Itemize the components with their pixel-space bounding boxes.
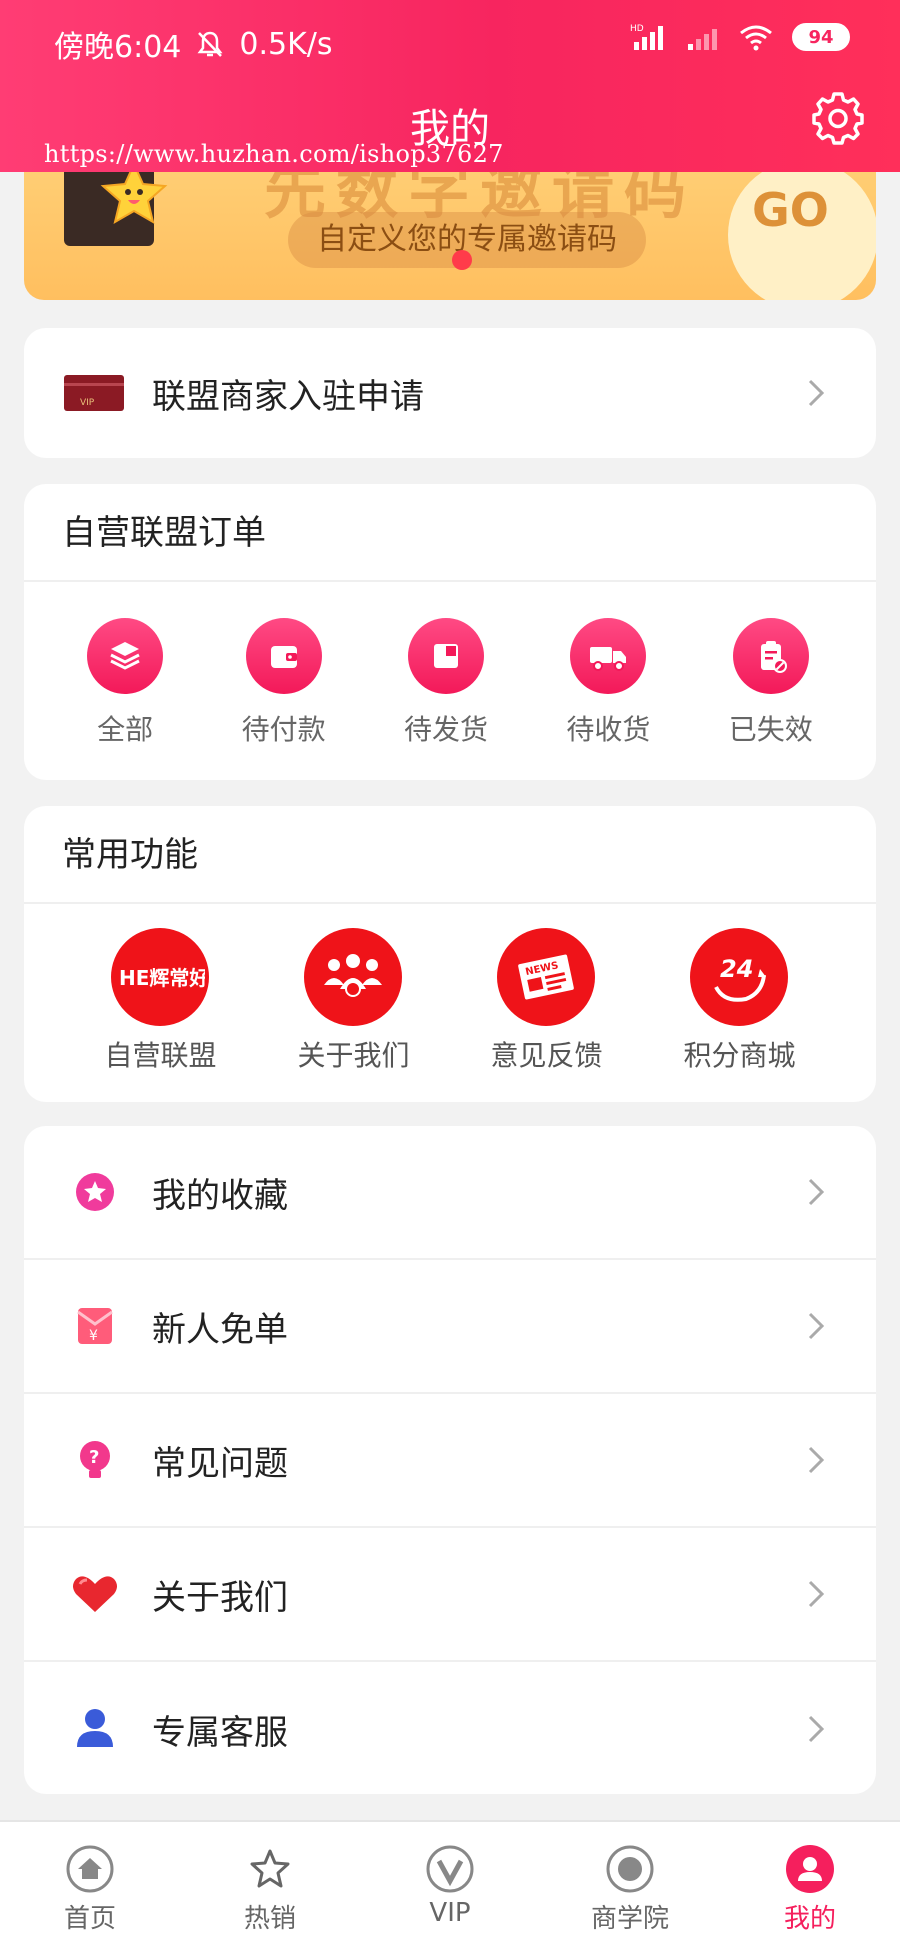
- red-envelope-icon: ¥: [77, 1308, 113, 1344]
- profile-screen: 先数字邀请码 自定义您的专属邀请码 GO 傍晚6:04 0.5K/s HD 94…: [0, 0, 900, 1950]
- order-filter-pending-payment[interactable]: 待付款: [242, 618, 326, 748]
- wifi-icon: [740, 25, 772, 51]
- network-tag: HD: [630, 24, 644, 34]
- bottom-navigation: 首页 热销 VIP 商学院 我的: [0, 1820, 900, 1950]
- nav-label: 首页: [63, 1904, 116, 1934]
- alliance-logo-text: HE辉常好: [119, 966, 205, 990]
- home-icon: [66, 1845, 114, 1893]
- function-about-us[interactable]: 关于我们: [297, 928, 410, 1074]
- chevron-right-icon: [808, 1580, 825, 1608]
- user-service-icon: [77, 1709, 113, 1747]
- functions-section-title: 常用功能: [24, 806, 876, 904]
- battery-indicator: 94: [792, 23, 850, 51]
- order-filter-expired[interactable]: 已失效: [729, 618, 813, 748]
- news-icon: NEWS: [497, 928, 596, 1026]
- function-points-mall[interactable]: 24 积分商城: [683, 928, 796, 1074]
- clock-24-text: 24: [720, 955, 753, 983]
- order-filter-label: 已失效: [728, 713, 813, 746]
- menu-item-label: 关于我们: [152, 1577, 288, 1618]
- menu-list-card: 我的收藏 ¥ 新人免单 ? 常见问题 关于我们 专属客服: [24, 1126, 876, 1794]
- nav-label: 热销: [243, 1904, 296, 1934]
- function-alliance[interactable]: HE辉常好 自营联盟: [104, 928, 217, 1074]
- function-label: 意见反馈: [490, 1039, 603, 1072]
- nav-tab-vip[interactable]: VIP: [370, 1844, 530, 1928]
- menu-item-faq[interactable]: ? 常见问题: [24, 1394, 876, 1528]
- nav-label: 商学院: [590, 1904, 669, 1934]
- nav-tab-profile[interactable]: 我的: [730, 1844, 890, 1935]
- banner-go-label: GO: [752, 183, 829, 237]
- nav-label: 我的: [783, 1904, 836, 1934]
- header: 傍晚6:04 0.5K/s HD 94 我的 https://www.huzha…: [0, 0, 900, 172]
- order-filter-pending-shipment[interactable]: 待发货: [404, 618, 488, 748]
- svg-text:¥: ¥: [89, 1328, 98, 1344]
- star-icon: [250, 1849, 290, 1888]
- function-label: 关于我们: [297, 1039, 410, 1072]
- orders-section-title: 自营联盟订单: [24, 484, 876, 582]
- profile-icon: [786, 1845, 834, 1893]
- alliance-logo-icon: HE辉常好: [111, 928, 210, 1026]
- banner-indicator-dot: [452, 250, 472, 270]
- box-icon: [407, 618, 484, 694]
- wallet-icon: [245, 618, 322, 694]
- menu-item-favorites[interactable]: 我的收藏: [24, 1126, 876, 1260]
- menu-item-label: 常见问题: [152, 1443, 288, 1484]
- order-status-grid: 全部 待付款 待发货 待收货 已失效: [24, 582, 876, 748]
- favorite-star-icon: [76, 1173, 114, 1211]
- network-speed: 0.5K/s: [239, 26, 333, 62]
- merchant-application-card[interactable]: VIP 联盟商家入驻申请: [24, 328, 876, 458]
- status-left: 傍晚6:04 0.5K/s: [54, 22, 333, 66]
- menu-item-customer-service[interactable]: 专属客服: [24, 1662, 876, 1794]
- merchant-application-label: 联盟商家入驻申请: [152, 376, 424, 417]
- status-bar: 傍晚6:04 0.5K/s HD 94: [0, 0, 900, 80]
- common-functions-card: 常用功能 HE辉常好 自营联盟 关于我们 NEWS 意见反馈 24 积分商城: [24, 806, 876, 1102]
- watermark-url: https://www.huzhan.com/ishop37627: [44, 140, 504, 168]
- order-filter-label: 待发货: [403, 713, 488, 746]
- signal-weak-icon: [688, 29, 717, 50]
- nav-tab-hot-sale[interactable]: 热销: [190, 1844, 350, 1935]
- status-time: 傍晚6:04: [54, 30, 182, 65]
- layers-icon: [87, 618, 164, 694]
- functions-grid: HE辉常好 自营联盟 关于我们 NEWS 意见反馈 24 积分商城: [24, 904, 876, 1074]
- function-label: 积分商城: [683, 1039, 796, 1072]
- nav-tab-home[interactable]: 首页: [10, 1844, 170, 1935]
- order-filter-label: 待收货: [566, 713, 651, 746]
- clock-24-icon: 24: [690, 928, 789, 1026]
- chevron-right-icon: [808, 1312, 825, 1340]
- menu-item-label: 专属客服: [152, 1712, 288, 1753]
- function-label: 自营联盟: [104, 1039, 217, 1072]
- vip-card-icon: VIP: [64, 375, 124, 411]
- expired-clipboard-icon: [732, 618, 809, 694]
- nav-tab-academy[interactable]: 商学院: [550, 1844, 710, 1935]
- chevron-right-icon: [808, 1715, 825, 1743]
- order-filter-label: 待付款: [241, 713, 326, 746]
- menu-item-about-us[interactable]: 关于我们: [24, 1528, 876, 1662]
- status-right: HD 94: [630, 22, 850, 52]
- menu-item-newcomer-free[interactable]: ¥ 新人免单: [24, 1260, 876, 1394]
- orders-card: 自营联盟订单 全部 待付款 待发货 待收货 已失效: [24, 484, 876, 780]
- truck-icon: [570, 618, 647, 694]
- mute-bell-icon: [197, 31, 223, 57]
- vip-icon: [426, 1845, 474, 1893]
- vip-card-tag: VIP: [80, 398, 95, 408]
- heart-icon: [73, 1576, 117, 1612]
- chevron-right-icon: [808, 1178, 825, 1206]
- academy-icon: [606, 1845, 654, 1893]
- nav-label: VIP: [429, 1898, 471, 1928]
- signal-hd-icon: HD: [630, 24, 663, 50]
- order-filter-pending-receipt[interactable]: 待收货: [566, 618, 650, 748]
- menu-item-label: 我的收藏: [152, 1175, 288, 1216]
- chevron-right-icon: [808, 1446, 825, 1474]
- menu-item-label: 新人免单: [152, 1309, 288, 1350]
- function-feedback[interactable]: NEWS 意见反馈: [490, 928, 603, 1074]
- chevron-right-icon: [808, 379, 825, 407]
- banner-go-button[interactable]: GO: [728, 160, 876, 300]
- team-icon: [304, 928, 403, 1026]
- settings-gear-icon[interactable]: [810, 90, 866, 146]
- merchant-application-row[interactable]: VIP 联盟商家入驻申请: [24, 328, 876, 458]
- order-filter-all[interactable]: 全部: [87, 618, 164, 748]
- order-filter-label: 全部: [97, 713, 154, 746]
- svg-text:?: ?: [89, 1447, 99, 1468]
- question-bulb-icon: ?: [80, 1441, 110, 1478]
